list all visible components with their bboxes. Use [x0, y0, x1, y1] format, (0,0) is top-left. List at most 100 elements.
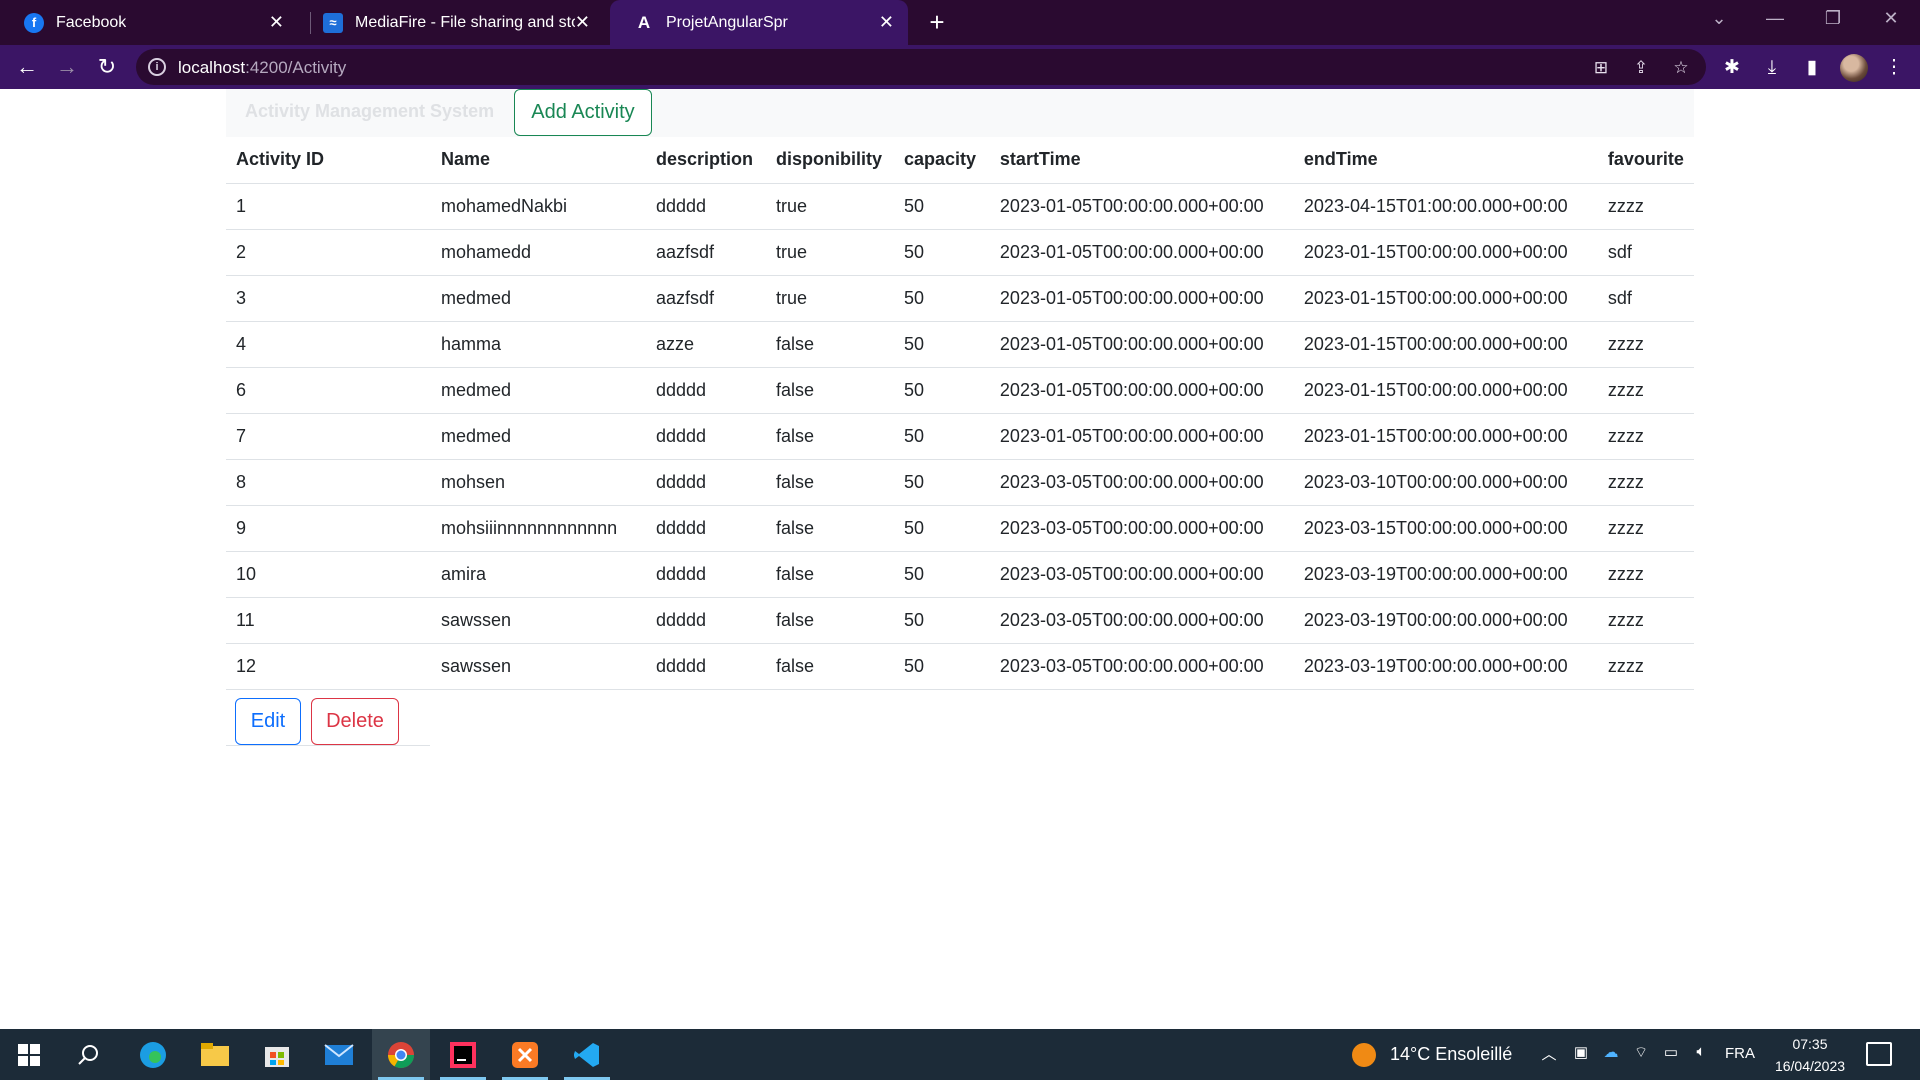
cell-description: ddddd	[645, 643, 766, 690]
col-starttime: startTime	[989, 137, 1294, 184]
intellij-icon[interactable]	[434, 1029, 492, 1080]
close-tab-icon[interactable]: ✕	[879, 12, 894, 32]
new-tab-button[interactable]: +	[922, 8, 952, 38]
browser-tab-bar: f Facebook ✕ ≈ MediaFire - File sharing …	[0, 0, 1920, 45]
vscode-icon[interactable]	[558, 1029, 616, 1080]
page-content: Activity Management System Add Activity …	[0, 89, 1920, 1029]
table-row[interactable]: 6 medmed ddddd false 50 2023-01-05T00:00:00.0…	[226, 367, 1694, 414]
col-name: Name	[430, 137, 646, 184]
volume-icon[interactable]: 🔈︎	[1690, 1043, 1712, 1060]
cell-activity-id: 4	[226, 321, 431, 368]
mail-icon[interactable]	[310, 1029, 368, 1080]
tray-chevron-icon[interactable]: ︿	[1538, 1043, 1560, 1064]
cell-name: mohamedNakbi	[430, 183, 646, 230]
cell-disponibility: false	[765, 413, 894, 460]
store-icon[interactable]	[248, 1029, 306, 1080]
forward-icon[interactable]: →	[52, 52, 82, 82]
edge-icon[interactable]	[124, 1029, 182, 1080]
table-header-row: Activity ID Name description disponibili…	[226, 137, 1694, 184]
cell-activity-id: 11	[226, 597, 431, 644]
close-tab-icon[interactable]: ✕	[269, 12, 284, 32]
cell-name: sawssen	[430, 597, 646, 644]
weather-sun-icon[interactable]	[1352, 1043, 1376, 1067]
xampp-icon[interactable]	[496, 1029, 554, 1080]
cell-capacity: 50	[893, 505, 990, 552]
battery-icon[interactable]: ▭	[1660, 1043, 1682, 1061]
extensions-icon[interactable]: ✱	[1720, 56, 1744, 80]
profile-avatar[interactable]	[1840, 54, 1868, 82]
tab-facebook[interactable]: f Facebook ✕	[0, 0, 298, 45]
search-icon[interactable]	[60, 1029, 118, 1080]
cell-name: medmed	[430, 367, 646, 414]
cell-activity-id: 8	[226, 459, 431, 506]
cell-disponibility: true	[765, 229, 894, 276]
cell-starttime: 2023-03-05T00:00:00.000+00:00	[989, 551, 1294, 598]
table-body: 1 mohamedNakbi ddddd true 50 2023-01-05T00:00…	[226, 183, 1694, 690]
table-row[interactable]: 11 sawssen ddddd false 50 2023-03-05T00:00:00…	[226, 597, 1694, 644]
cell-disponibility: false	[765, 367, 894, 414]
cell-favourite: zzzz	[1597, 321, 1694, 368]
cell-capacity: 50	[893, 459, 990, 506]
cell-capacity: 50	[893, 551, 990, 598]
cell-description: ddddd	[645, 597, 766, 644]
url-path: :4200/Activity	[245, 58, 347, 77]
table-row[interactable]: 4 hamma azze false 50 2023-01-05T00:00:00.000…	[226, 321, 1694, 368]
system-clock[interactable]: 07:35 16/04/2023	[1770, 1033, 1850, 1077]
table-row[interactable]: 9 mohsiiinnnnnnnnnnnn ddddd false 50 2023-03-…	[226, 505, 1694, 552]
reload-icon[interactable]: ↻	[92, 52, 122, 82]
app-brand[interactable]: Activity Management System	[245, 101, 494, 122]
notifications-icon[interactable]	[1866, 1042, 1892, 1066]
menu-kebab-icon[interactable]: ⋮	[1882, 56, 1906, 80]
cell-name: mohsen	[430, 459, 646, 506]
cell-name: mohsiiinnnnnnnnnnnn	[430, 505, 646, 552]
minimize-icon[interactable]: —	[1760, 8, 1790, 29]
cell-starttime: 2023-01-05T00:00:00.000+00:00	[989, 367, 1294, 414]
file-explorer-icon[interactable]	[186, 1029, 244, 1080]
meet-icon[interactable]: ▣	[1570, 1043, 1592, 1061]
cell-favourite: sdf	[1597, 229, 1694, 276]
downloads-icon[interactable]: ⤓	[1760, 56, 1784, 80]
cell-name: hamma	[430, 321, 646, 368]
table-row[interactable]: 7 medmed ddddd false 50 2023-01-05T00:00:00.0…	[226, 413, 1694, 460]
restore-icon[interactable]: ❐	[1818, 8, 1848, 29]
cell-capacity: 50	[893, 643, 990, 690]
share-icon[interactable]: ⇪	[1630, 57, 1652, 79]
cell-description: ddddd	[645, 367, 766, 414]
table-row[interactable]: 2 mohamedd aazfsdf true 50 2023-01-05T00:00:0…	[226, 229, 1694, 276]
table-row[interactable]: 3 medmed aazfsdf true 50 2023-01-05T00:00:00.…	[226, 275, 1694, 322]
side-panel-icon[interactable]: ▮	[1800, 56, 1824, 80]
tab-projetangular[interactable]: A ProjetAngularSpr ✕	[610, 0, 908, 45]
start-icon[interactable]	[0, 1029, 58, 1080]
cell-activity-id: 7	[226, 413, 431, 460]
cell-activity-id: 6	[226, 367, 431, 414]
translate-icon[interactable]: ⊞	[1590, 57, 1612, 79]
chrome-icon[interactable]	[372, 1029, 430, 1080]
col-endtime: endTime	[1293, 137, 1598, 184]
table-row[interactable]: 8 mohsen ddddd false 50 2023-03-05T00:00:00.0…	[226, 459, 1694, 506]
language-indicator[interactable]: FRA	[1725, 1045, 1755, 1062]
close-tab-icon[interactable]: ✕	[575, 12, 590, 32]
table-row[interactable]: 12 sawssen ddddd false 50 2023-03-05T00:00:00…	[226, 643, 1694, 690]
browser-toolbar: ← → ↻ i localhost:4200/Activity ⊞ ⇪ ☆ ✱ …	[0, 45, 1920, 89]
back-icon[interactable]: ←	[12, 52, 42, 82]
wifi-icon[interactable]: ⌔	[1630, 1043, 1652, 1062]
tab-mediafire[interactable]: ≈ MediaFire - File sharing and stora ✕	[299, 0, 604, 45]
address-bar[interactable]: i localhost:4200/Activity ⊞ ⇪ ☆	[136, 49, 1706, 85]
site-info-icon[interactable]: i	[148, 58, 166, 76]
table-row[interactable]: 10 amira ddddd false 50 2023-03-05T00:00:00.0…	[226, 551, 1694, 598]
cell-description: ddddd	[645, 413, 766, 460]
edit-button[interactable]: Edit	[235, 698, 301, 745]
onedrive-icon[interactable]: ☁	[1600, 1043, 1622, 1061]
cell-description: ddddd	[645, 551, 766, 598]
cell-capacity: 50	[893, 321, 990, 368]
tab-search-icon[interactable]: ⌄	[1704, 8, 1734, 29]
cell-disponibility: false	[765, 321, 894, 368]
table-row[interactable]: 1 mohamedNakbi ddddd true 50 2023-01-05T00:00…	[226, 183, 1694, 230]
close-window-icon[interactable]: ✕	[1876, 8, 1906, 29]
row-actions: Edit Delete	[226, 689, 430, 746]
weather-text[interactable]: 14°C Ensoleillé	[1390, 1044, 1512, 1065]
add-activity-button[interactable]: Add Activity	[514, 89, 652, 136]
bookmark-star-icon[interactable]: ☆	[1670, 57, 1692, 79]
delete-button[interactable]: Delete	[311, 698, 399, 745]
cell-name: medmed	[430, 275, 646, 322]
